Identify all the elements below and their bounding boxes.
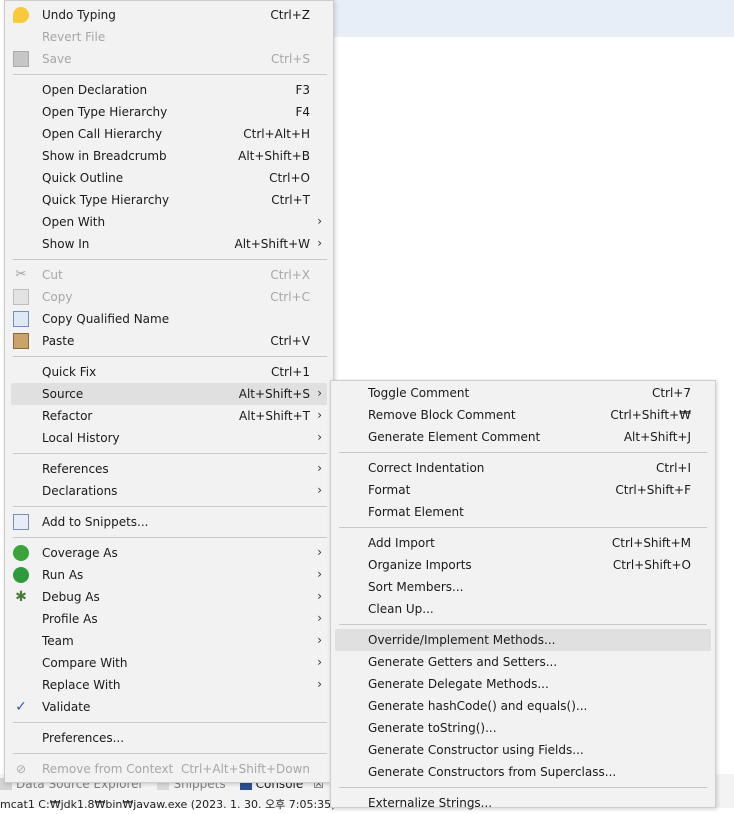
menu-item-generate-constructor-fields[interactable]: Generate Constructor using Fields... <box>335 739 711 761</box>
menu-separator <box>13 259 327 260</box>
coverage-icon <box>13 545 29 561</box>
menu-item-validate[interactable]: ✓ Validate <box>11 696 327 718</box>
copy-icon <box>13 289 29 305</box>
menu-item-copy-qualified-name[interactable]: Copy Qualified Name <box>11 308 327 330</box>
menu-separator <box>13 453 327 454</box>
menu-separator <box>339 452 707 453</box>
chevron-right-icon: › <box>317 655 322 669</box>
menu-separator <box>13 537 327 538</box>
scissors-icon: ✂ <box>15 267 27 282</box>
menu-item-profile-as[interactable]: Profile As › <box>11 608 327 630</box>
menu-item-show-in-breadcrumb[interactable]: Show in Breadcrumb Alt+Shift+B <box>11 145 327 167</box>
menu-item-replace-with[interactable]: Replace With › <box>11 674 327 696</box>
menu-item-references[interactable]: References › <box>11 458 327 480</box>
chevron-right-icon: › <box>317 236 322 250</box>
menu-item-sort-members[interactable]: Sort Members... <box>335 576 711 598</box>
copy-qualified-name-icon <box>13 311 29 327</box>
menu-item-generate-delegate-methods[interactable]: Generate Delegate Methods... <box>335 673 711 695</box>
remove-context-icon: ⊘ <box>15 762 27 776</box>
menu-item-override-implement[interactable]: Override/Implement Methods... <box>335 629 711 651</box>
chevron-right-icon: › <box>317 567 322 581</box>
menu-item-quick-outline[interactable]: Quick Outline Ctrl+O <box>11 167 327 189</box>
menu-item-local-history[interactable]: Local History › <box>11 427 327 449</box>
menu-item-compare-with[interactable]: Compare With › <box>11 652 327 674</box>
menu-item-open-declaration[interactable]: Open Declaration F3 <box>11 79 327 101</box>
chevron-right-icon: › <box>317 461 322 475</box>
menu-separator <box>339 624 707 625</box>
chevron-right-icon: › <box>317 589 322 603</box>
menu-item-quick-fix[interactable]: Quick Fix Ctrl+1 <box>11 361 327 383</box>
menu-item-preferences[interactable]: Preferences... <box>11 727 327 749</box>
editor-tab-bar <box>334 0 734 37</box>
menu-item-cut[interactable]: ✂ Cut Ctrl+X <box>11 264 327 286</box>
menu-item-remove-from-context[interactable]: ⊘ Remove from Context Ctrl+Alt+Shift+Dow… <box>11 758 327 780</box>
menu-item-undo-typing[interactable]: Undo Typing Ctrl+Z <box>11 4 327 26</box>
menu-item-open-with[interactable]: Open With › <box>11 211 327 233</box>
menu-item-organize-imports[interactable]: Organize Imports Ctrl+Shift+O <box>335 554 711 576</box>
menu-item-correct-indentation[interactable]: Correct Indentation Ctrl+I <box>335 457 711 479</box>
menu-item-quick-type-hierarchy[interactable]: Quick Type Hierarchy Ctrl+T <box>11 189 327 211</box>
menu-item-declarations[interactable]: Declarations › <box>11 480 327 502</box>
menu-item-source[interactable]: Source Alt+Shift+S › <box>11 383 327 405</box>
menu-item-externalize-strings[interactable]: Externalize Strings... <box>335 792 711 814</box>
menu-separator <box>339 527 707 528</box>
chevron-right-icon: › <box>317 483 322 497</box>
context-menu: Undo Typing Ctrl+Z Revert File Save Ctrl… <box>4 0 334 783</box>
menu-separator <box>13 506 327 507</box>
menu-item-revert-file[interactable]: Revert File <box>11 26 327 48</box>
menu-item-open-call-hierarchy[interactable]: Open Call Hierarchy Ctrl+Alt+H <box>11 123 327 145</box>
bug-icon: ✱ <box>15 589 27 605</box>
checkmark-icon: ✓ <box>15 699 27 715</box>
menu-separator <box>13 722 327 723</box>
menu-item-clean-up[interactable]: Clean Up... <box>335 598 711 620</box>
menu-item-coverage-as[interactable]: Coverage As › <box>11 542 327 564</box>
menu-item-show-in[interactable]: Show In Alt+Shift+W › <box>11 233 327 255</box>
menu-item-format-element[interactable]: Format Element <box>335 501 711 523</box>
menu-separator <box>13 753 327 754</box>
menu-item-run-as[interactable]: Run As › <box>11 564 327 586</box>
menu-separator <box>13 356 327 357</box>
menu-item-toggle-comment[interactable]: Toggle Comment Ctrl+7 <box>335 382 711 404</box>
chevron-right-icon: › <box>317 545 322 559</box>
chevron-right-icon: › <box>317 611 322 625</box>
menu-item-generate-hashcode-equals[interactable]: Generate hashCode() and equals()... <box>335 695 711 717</box>
menu-item-add-import[interactable]: Add Import Ctrl+Shift+M <box>335 532 711 554</box>
menu-item-team[interactable]: Team › <box>11 630 327 652</box>
menu-item-generate-tostring[interactable]: Generate toString()... <box>335 717 711 739</box>
menu-item-save[interactable]: Save Ctrl+S <box>11 48 327 70</box>
undo-icon <box>13 7 29 23</box>
console-status-line: mcat1 C:₩jdk1.8₩bin₩javaw.exe (2023. 1. … <box>0 798 336 811</box>
menu-item-copy[interactable]: Copy Ctrl+C <box>11 286 327 308</box>
chevron-right-icon: › <box>317 633 322 647</box>
chevron-right-icon: › <box>317 677 322 691</box>
menu-item-debug-as[interactable]: ✱ Debug As › <box>11 586 327 608</box>
menu-item-generate-constructors-superclass[interactable]: Generate Constructors from Superclass... <box>335 761 711 783</box>
run-icon <box>13 567 29 583</box>
menu-item-add-to-snippets[interactable]: Add to Snippets... <box>11 511 327 533</box>
chevron-right-icon: › <box>317 430 322 444</box>
source-submenu: Toggle Comment Ctrl+7 Remove Block Comme… <box>330 380 716 810</box>
menu-item-generate-getters-setters[interactable]: Generate Getters and Setters... <box>335 651 711 673</box>
clipboard-icon <box>13 333 29 349</box>
chevron-right-icon: › <box>317 386 322 400</box>
chevron-right-icon: › <box>317 214 322 228</box>
menu-item-paste[interactable]: Paste Ctrl+V <box>11 330 327 352</box>
menu-separator <box>13 74 327 75</box>
menu-item-open-type-hierarchy[interactable]: Open Type Hierarchy F4 <box>11 101 327 123</box>
chevron-right-icon: › <box>317 408 322 422</box>
menu-item-refactor[interactable]: Refactor Alt+Shift+T › <box>11 405 327 427</box>
menu-item-generate-element-comment[interactable]: Generate Element Comment Alt+Shift+J <box>335 426 711 448</box>
menu-item-remove-block-comment[interactable]: Remove Block Comment Ctrl+Shift+₩ <box>335 404 711 426</box>
snippet-icon <box>13 514 29 530</box>
menu-item-format[interactable]: Format Ctrl+Shift+F <box>335 479 711 501</box>
save-icon <box>13 51 29 67</box>
menu-separator <box>339 787 707 788</box>
